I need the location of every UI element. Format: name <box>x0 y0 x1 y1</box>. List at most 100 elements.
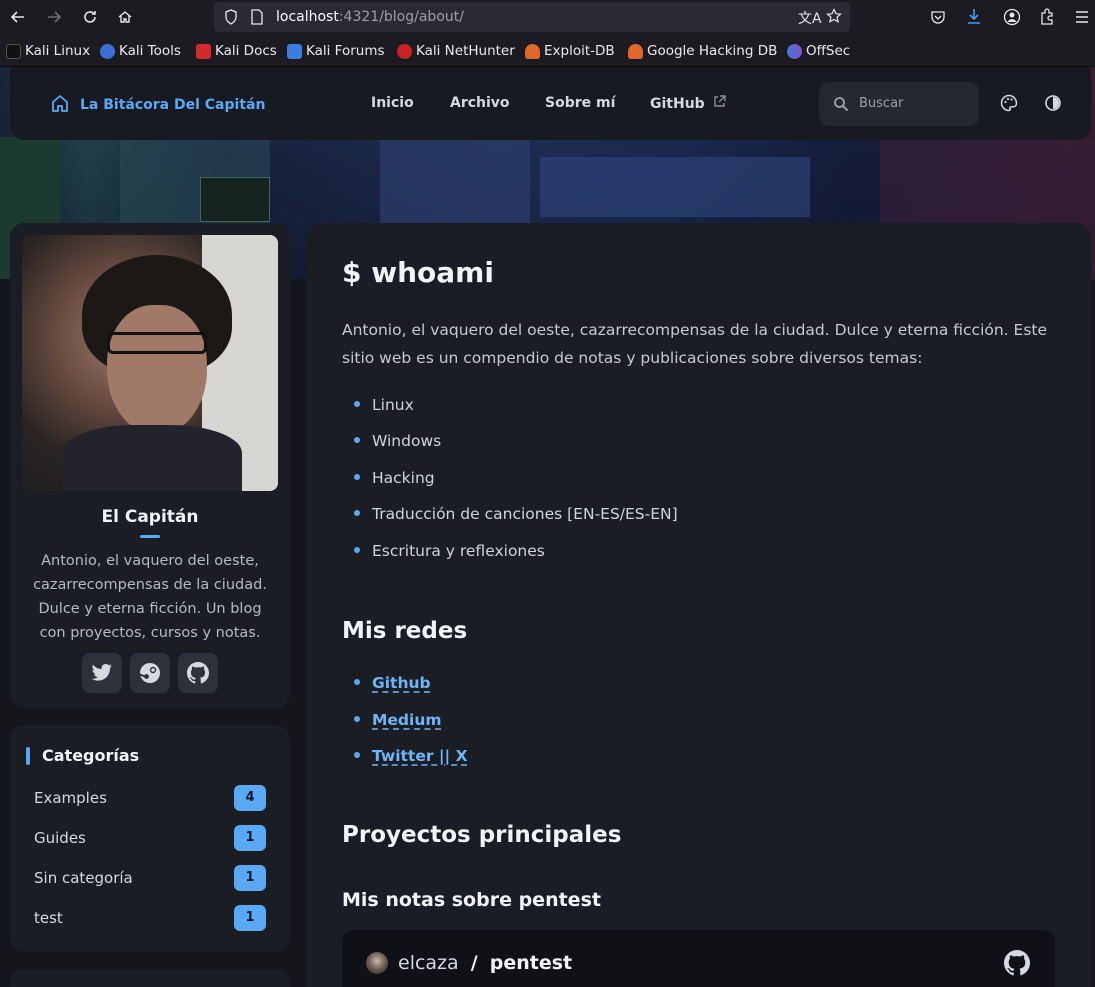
section-heading-projects: Proyectos principales <box>342 822 622 848</box>
github-button[interactable] <box>178 653 218 693</box>
bookmark-label: Kali Linux <box>25 43 91 59</box>
bookmark-exploit-db[interactable]: Exploit-DB <box>525 43 615 59</box>
list-item: Escritura y reflexiones <box>342 542 545 560</box>
kali-tools-icon <box>100 43 115 59</box>
home-icon <box>50 93 70 117</box>
url-text[interactable]: localhost:4321/blog/about/ <box>276 9 464 25</box>
extensions-icon[interactable] <box>1039 8 1055 30</box>
bookmark-label: OffSec <box>806 43 851 59</box>
bookmark-kali-docs[interactable]: Kali Docs <box>196 43 277 59</box>
bookmark-star-icon[interactable] <box>826 8 842 28</box>
repo-name: pentest <box>489 952 573 974</box>
bookmark-label: Kali Tools <box>119 43 181 59</box>
repo-owner-avatar <box>366 952 388 974</box>
url-host: localhost <box>276 9 339 25</box>
palette-icon[interactable] <box>999 93 1019 113</box>
pocket-icon[interactable] <box>930 9 946 29</box>
category-count-badge: 4 <box>234 785 266 811</box>
menu-icon[interactable] <box>1075 9 1089 28</box>
nav-sobre-mi[interactable]: Sobre mí <box>545 95 615 111</box>
bookmark-label: Kali Docs <box>215 43 277 59</box>
sidebar-next-card <box>10 969 290 987</box>
link-medium[interactable]: Medium <box>372 711 442 729</box>
link-twitter[interactable]: Twitter || X <box>372 747 468 765</box>
url-bar[interactable]: localhost:4321/blog/about/ 文A <box>214 2 850 32</box>
kali-forums-icon <box>287 43 302 59</box>
bullet-icon <box>354 716 360 722</box>
github-icon <box>187 662 209 684</box>
bullet-icon <box>354 474 360 480</box>
external-link-icon <box>713 95 726 107</box>
category-label: Examples <box>34 789 107 807</box>
account-icon[interactable] <box>1003 8 1021 30</box>
reload-icon[interactable] <box>77 5 103 29</box>
bookmark-label: Kali NetHunter <box>416 43 515 59</box>
nethunter-icon <box>397 43 412 59</box>
search-placeholder: Buscar <box>859 96 904 111</box>
category-label: test <box>34 909 63 927</box>
bookmark-kali-nethunter[interactable]: Kali NetHunter <box>397 43 515 59</box>
category-label: Guides <box>34 829 86 847</box>
kali-dragon-icon <box>6 43 21 59</box>
twitter-icon <box>91 664 113 681</box>
ghdb-icon <box>628 43 643 59</box>
name-underline <box>140 535 160 538</box>
link-github[interactable]: Github <box>372 674 431 692</box>
list-item: Linux <box>342 396 414 414</box>
url-path: :4321/blog/about/ <box>338 9 464 25</box>
steam-button[interactable] <box>130 653 170 693</box>
translate-icon[interactable]: 文A <box>798 8 822 28</box>
category-count-badge: 1 <box>234 825 266 851</box>
category-count-badge: 1 <box>234 905 266 931</box>
page-info-icon[interactable] <box>250 9 264 29</box>
bookmark-label: Exploit-DB <box>544 43 615 59</box>
search-box[interactable]: Buscar <box>819 82 979 126</box>
nav-inicio[interactable]: Inicio <box>371 95 414 111</box>
topic-label: Escritura y reflexiones <box>372 542 545 560</box>
github-icon[interactable] <box>1004 950 1030 980</box>
topic-label: Traducción de canciones [EN-ES/ES-EN] <box>372 505 678 523</box>
shield-icon[interactable] <box>224 9 238 29</box>
download-icon[interactable] <box>966 8 982 30</box>
bookmark-kali-forums[interactable]: Kali Forums <box>287 43 385 59</box>
glasses-icon <box>107 332 207 354</box>
repo-owner: elcaza <box>398 952 459 974</box>
search-icon <box>833 96 849 116</box>
offsec-icon <box>787 43 802 59</box>
bullet-icon <box>354 752 360 758</box>
forward-icon[interactable] <box>41 5 67 29</box>
bookmark-label: Google Hacking DB <box>647 43 778 59</box>
nav-github[interactable]: GitHub <box>650 95 726 112</box>
kali-docs-icon <box>196 43 211 59</box>
twitter-button[interactable] <box>82 653 122 693</box>
back-icon[interactable] <box>5 5 31 29</box>
bookmarks-bar: Kali Linux Kali Tools Kali Docs Kali For… <box>0 34 1095 67</box>
list-item: Medium <box>342 711 442 729</box>
list-item: Windows <box>342 432 441 450</box>
theme-toggle-icon[interactable] <box>1043 93 1063 113</box>
site-navbar: La Bitácora Del Capitán Inicio Archivo S… <box>10 67 1091 140</box>
profile-avatar <box>22 235 278 491</box>
profile-name: El Capitán <box>101 507 199 527</box>
categories-accent-bar <box>26 747 30 765</box>
bullet-icon <box>354 401 360 407</box>
category-item-examples[interactable]: Examples 4 <box>34 785 266 811</box>
nav-github-label: GitHub <box>650 96 705 112</box>
bullet-icon <box>354 547 360 553</box>
bookmark-google-hacking-db[interactable]: Google Hacking DB <box>628 43 777 59</box>
bookmark-kali-linux[interactable]: Kali Linux <box>6 43 90 59</box>
category-item-guides[interactable]: Guides 1 <box>34 825 266 851</box>
category-item-test[interactable]: test 1 <box>34 905 266 931</box>
page-title: $ whoami <box>342 256 494 289</box>
repo-card[interactable]: elcaza / pentest <box>342 930 1055 987</box>
list-item: Hacking <box>342 469 435 487</box>
list-item: Github <box>342 674 431 692</box>
steam-icon <box>139 663 160 683</box>
category-item-sin-categoria[interactable]: Sin categoría 1 <box>34 865 266 891</box>
bookmark-kali-tools[interactable]: Kali Tools <box>100 43 181 59</box>
home-icon[interactable] <box>112 5 138 29</box>
nav-archivo[interactable]: Archivo <box>450 95 510 111</box>
bookmark-offsec[interactable]: OffSec <box>787 43 850 59</box>
site-brand-link[interactable]: La Bitácora Del Capitán <box>50 93 265 117</box>
browser-toolbar: localhost:4321/blog/about/ 文A <box>0 0 1095 34</box>
